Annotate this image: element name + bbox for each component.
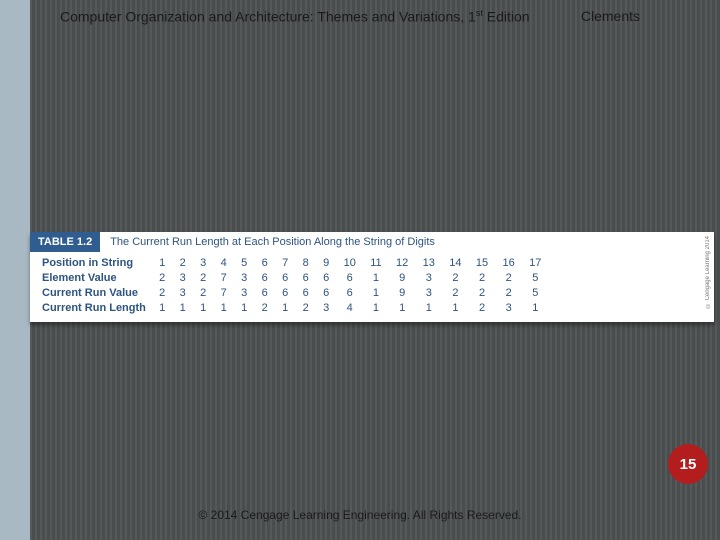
cell: 12 xyxy=(389,256,416,271)
cell: 2 xyxy=(254,301,275,316)
cell: 6 xyxy=(254,271,275,286)
cell: 2 xyxy=(495,286,522,301)
cell: 1 xyxy=(522,301,549,316)
cell: 2 xyxy=(193,286,214,301)
cell: 1 xyxy=(193,301,214,316)
table-tab-label: TABLE 1.2 xyxy=(30,232,100,252)
table-row: Position in String 1 2 3 4 5 6 7 8 9 10 … xyxy=(36,256,549,271)
cell: 6 xyxy=(316,286,337,301)
cell: 6 xyxy=(275,271,296,286)
footer-copyright: © 2014 Cengage Learning Engineering. All… xyxy=(198,508,521,522)
cell: 10 xyxy=(336,256,363,271)
header-title-part2: Edition xyxy=(483,9,530,25)
cell: 2 xyxy=(469,301,496,316)
cell: 6 xyxy=(295,286,316,301)
cell: 9 xyxy=(389,271,416,286)
cell: 3 xyxy=(172,286,193,301)
table-title-row: TABLE 1.2 The Current Run Length at Each… xyxy=(30,232,714,252)
cell: 2 xyxy=(172,256,193,271)
cell: 4 xyxy=(213,256,234,271)
cell: 2 xyxy=(152,286,173,301)
cell: 2 xyxy=(469,271,496,286)
cell: 1 xyxy=(152,256,173,271)
cell: 9 xyxy=(389,286,416,301)
cell: 6 xyxy=(254,256,275,271)
cell: 7 xyxy=(275,256,296,271)
table-row: Element Value 2 3 2 7 3 6 6 6 6 6 1 9 3 … xyxy=(36,271,549,286)
cell: 1 xyxy=(152,301,173,316)
cell: 6 xyxy=(275,286,296,301)
table-row: Current Run Length 1 1 1 1 1 2 1 2 3 4 1… xyxy=(36,301,549,316)
cell: 3 xyxy=(415,286,442,301)
cell: 2 xyxy=(469,286,496,301)
footer: © 2014 Cengage Learning Engineering. All… xyxy=(0,508,720,522)
cell: 3 xyxy=(234,271,255,286)
cell: 1 xyxy=(213,301,234,316)
cell: 13 xyxy=(415,256,442,271)
cell: 6 xyxy=(336,271,363,286)
left-accent-bar xyxy=(0,0,30,540)
cell: 14 xyxy=(442,256,469,271)
cell: 7 xyxy=(213,271,234,286)
cell: 7 xyxy=(213,286,234,301)
cell: 6 xyxy=(316,271,337,286)
cell: 2 xyxy=(442,271,469,286)
cell: 2 xyxy=(295,301,316,316)
cell: 1 xyxy=(275,301,296,316)
cell: 9 xyxy=(316,256,337,271)
data-table: Position in String 1 2 3 4 5 6 7 8 9 10 … xyxy=(36,256,549,316)
table-row: Current Run Value 2 3 2 7 3 6 6 6 6 6 1 … xyxy=(36,286,549,301)
cell: 2 xyxy=(442,286,469,301)
table-attribution: © Cengage Learning 2014 xyxy=(705,236,711,308)
cell: 1 xyxy=(442,301,469,316)
cell: 5 xyxy=(522,271,549,286)
header-author: Clements xyxy=(581,8,640,24)
table-title-text: The Current Run Length at Each Position … xyxy=(110,236,435,248)
cell: 5 xyxy=(234,256,255,271)
cell: 3 xyxy=(415,271,442,286)
cell: 1 xyxy=(363,301,389,316)
cell: 1 xyxy=(363,271,389,286)
cell: 15 xyxy=(469,256,496,271)
cell: 4 xyxy=(336,301,363,316)
cell: 2 xyxy=(152,271,173,286)
cell: 1 xyxy=(363,286,389,301)
cell: 1 xyxy=(415,301,442,316)
cell: 2 xyxy=(495,271,522,286)
cell: 3 xyxy=(193,256,214,271)
slide: Computer Organization and Architecture: … xyxy=(0,0,720,540)
page-number: 15 xyxy=(680,456,697,473)
cell: 8 xyxy=(295,256,316,271)
cell: 6 xyxy=(295,271,316,286)
cell: 11 xyxy=(363,256,389,271)
cell: 6 xyxy=(336,286,363,301)
cell: 1 xyxy=(172,301,193,316)
cell: 3 xyxy=(172,271,193,286)
row-header: Current Run Length xyxy=(36,301,152,316)
cell: 17 xyxy=(522,256,549,271)
row-header: Position in String xyxy=(36,256,152,271)
cell: 1 xyxy=(389,301,416,316)
row-header: Current Run Value xyxy=(36,286,152,301)
cell: 2 xyxy=(193,271,214,286)
page-number-badge: 15 xyxy=(668,444,708,484)
cell: 3 xyxy=(495,301,522,316)
table-block: © Cengage Learning 2014 TABLE 1.2 The Cu… xyxy=(30,232,714,322)
cell: 5 xyxy=(522,286,549,301)
cell: 1 xyxy=(234,301,255,316)
cell: 3 xyxy=(316,301,337,316)
cell: 3 xyxy=(234,286,255,301)
header-title-superscript: st xyxy=(476,8,483,18)
cell: 6 xyxy=(254,286,275,301)
row-header: Element Value xyxy=(36,271,152,286)
header-title-part1: Computer Organization and Architecture: … xyxy=(60,9,476,25)
cell: 16 xyxy=(495,256,522,271)
